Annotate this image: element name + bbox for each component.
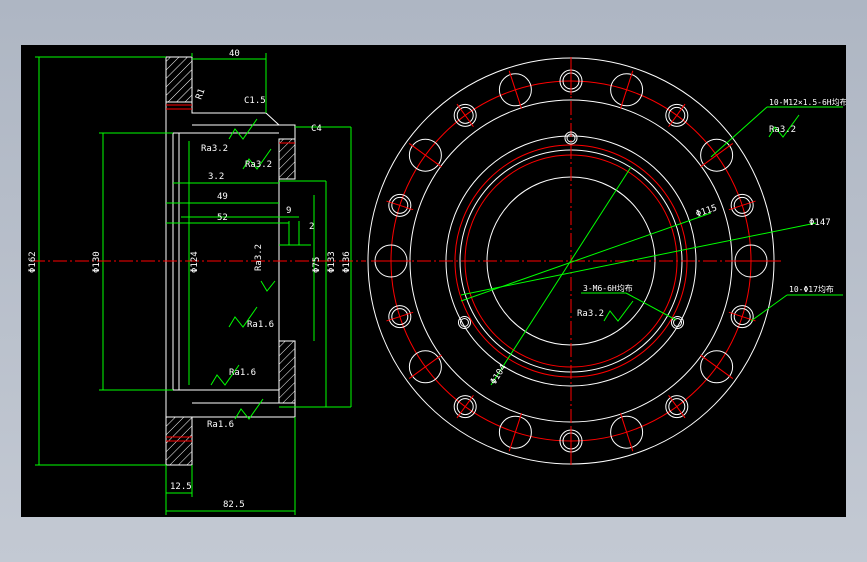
dim-3-2: 3.2 — [208, 172, 224, 182]
hole-17-centerline — [700, 354, 734, 379]
callout-ra32-m12: Ra3.2 — [769, 125, 796, 135]
dim-phi-136: Φ136 — [342, 251, 352, 273]
hatch-hub-top — [278, 138, 296, 180]
hole-17-centerline — [619, 413, 634, 452]
dim-phi-133: Φ133 — [327, 251, 337, 273]
dim-2: 2 — [309, 222, 314, 232]
leader-m6 — [625, 292, 677, 321]
callout-holes-m12: 10-M12×1.5-6H均布 — [769, 97, 846, 107]
dim-r1: R1 — [194, 87, 207, 101]
dim-phi-104: Φ104 — [489, 363, 509, 387]
dim-phi-162: Φ162 — [28, 251, 38, 273]
dim-phi-124: Φ124 — [190, 251, 200, 273]
hole-m12-centerline — [386, 311, 414, 322]
hole-17-centerline — [508, 413, 523, 452]
hole-17-centerline — [408, 354, 442, 379]
leader-17 — [750, 294, 788, 322]
dim-phi-75: Φ75 — [312, 257, 322, 273]
roughness-ra32-mid: Ra3.2 — [245, 160, 272, 170]
dim-c1-5: C1.5 — [244, 96, 266, 106]
dim-phi-130: Φ130 — [92, 251, 102, 273]
leader-104 — [490, 166, 632, 386]
roughness-ra16-a: Ra1.6 — [247, 320, 274, 330]
hole-m12-centerline — [728, 200, 756, 211]
roughness-ra32-vertical: Ra3.2 — [254, 244, 264, 271]
hole-m12-centerline — [386, 200, 414, 211]
roughness-ra16-b: Ra1.6 — [229, 368, 256, 378]
hole-17-centerline — [408, 143, 442, 168]
hole-17-centerline — [508, 70, 523, 109]
leader-m12 — [710, 106, 768, 158]
hatch-flange-top — [165, 56, 193, 103]
callout-holes-17: 10-Φ17均布 — [789, 284, 834, 294]
hole-m12-centerline — [728, 311, 756, 322]
dim-52: 52 — [217, 213, 228, 223]
dim-9: 9 — [286, 206, 291, 216]
callout-ra32-m6: Ra3.2 — [577, 309, 604, 319]
flange-drawing: 40 R1 C1.5 C4 Φ162 Φ130 Φ124 Φ75 Φ133 Φ1… — [28, 49, 848, 515]
cad-drawing-canvas: 40 R1 C1.5 C4 Φ162 Φ130 Φ124 Φ75 Φ133 Φ1… — [21, 45, 848, 517]
dim-c4: C4 — [311, 124, 322, 134]
dim-49: 49 — [217, 192, 228, 202]
dim-40: 40 — [229, 49, 240, 59]
front-view: Φ115 Φ147 Φ104 10-M12×1.5-6H均布 Ra3.2 10-… — [367, 57, 848, 465]
dim-82-5: 82.5 — [223, 500, 245, 510]
roughness-ra32-top: Ra3.2 — [201, 144, 228, 154]
dim-phi-115: Φ115 — [695, 203, 719, 220]
leader-147 — [460, 222, 817, 296]
callout-holes-m6: 3-M6-6H均布 — [583, 283, 633, 293]
dim-12-5: 12.5 — [170, 482, 192, 492]
dim-phi-147: Φ147 — [809, 218, 831, 228]
roughness-ra16-c: Ra1.6 — [207, 420, 234, 430]
hole-17-centerline — [700, 143, 734, 168]
hole-17-centerline — [619, 70, 634, 109]
section-view: 40 R1 C1.5 C4 Φ162 Φ130 Φ124 Φ75 Φ133 Φ1… — [28, 49, 366, 515]
hatch-hub-bottom — [278, 340, 296, 404]
